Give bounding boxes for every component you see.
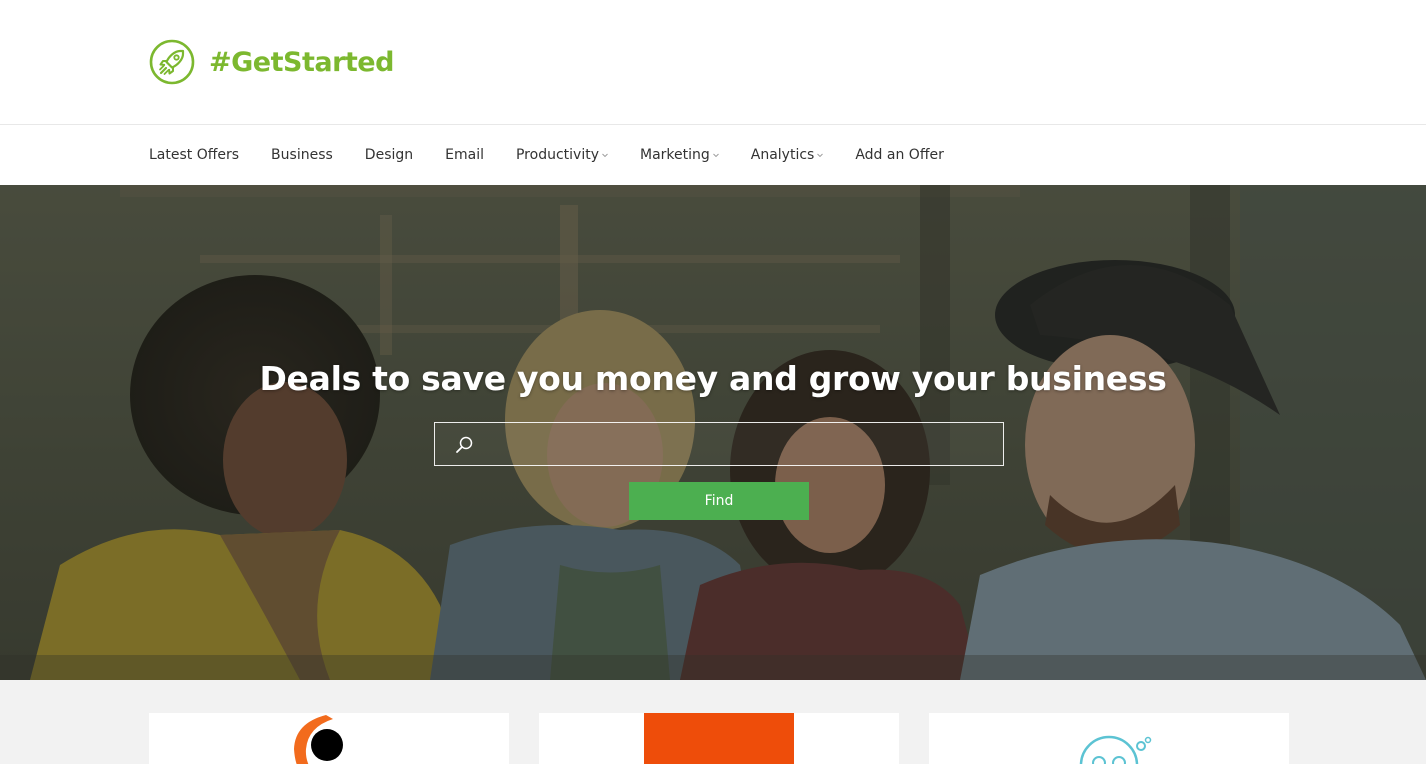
- nav-item-productivity[interactable]: Productivity: [516, 147, 608, 163]
- hero-title: Deals to save you money and grow your bu…: [259, 359, 1167, 398]
- nav-item-label: Productivity: [515, 147, 599, 163]
- main-nav: Latest Offers Business Design Email Producti…: [0, 125, 1426, 185]
- nav-item-marketing[interactable]: Marketing: [640, 147, 719, 163]
- blue-face-logo: [1079, 735, 1152, 764]
- offer-card[interactable]: [149, 713, 509, 764]
- logo-text: #GetStarted: [209, 46, 394, 78]
- nav-item-latest-offers[interactable]: Latest Offers: [149, 147, 239, 163]
- search-input[interactable]: [485, 423, 995, 465]
- orange-square-logo: [644, 713, 794, 764]
- nav-item-label: Analytics: [750, 147, 815, 163]
- site-header: #GetStarted: [0, 0, 1426, 125]
- nav-item-label: Add an Offer: [855, 147, 944, 163]
- nav-item-design[interactable]: Design: [365, 147, 413, 163]
- orange-ring-logo: [294, 715, 343, 764]
- chevron-down-icon: [602, 153, 608, 158]
- nav-item-add-an-offer[interactable]: Add an Offer: [855, 147, 944, 163]
- rocket-icon: [149, 39, 195, 85]
- chevron-down-icon: [817, 153, 824, 158]
- nav-item-label: Business: [271, 147, 333, 163]
- find-button[interactable]: Find: [629, 482, 809, 520]
- offer-card[interactable]: [929, 713, 1289, 764]
- nav-item-analytics[interactable]: Analytics: [751, 147, 824, 163]
- offer-card[interactable]: [539, 713, 899, 764]
- nav-item-label: Design: [364, 147, 414, 163]
- nav-item-label: Latest Offers: [149, 147, 240, 163]
- site-logo[interactable]: #GetStarted: [149, 39, 394, 85]
- offer-cards: [0, 680, 1426, 764]
- nav-item-business[interactable]: Business: [271, 147, 333, 163]
- nav-list: Latest Offers Business Design Email Producti…: [149, 125, 976, 185]
- chevron-down-icon: [712, 153, 719, 158]
- nav-item-email[interactable]: Email: [445, 147, 484, 163]
- hero-section: Deals to save you money and grow your bu…: [0, 185, 1426, 680]
- search-box[interactable]: [434, 422, 1004, 466]
- nav-item-label: Email: [445, 147, 484, 163]
- search-icon: [456, 436, 473, 453]
- nav-item-label: Marketing: [639, 147, 710, 163]
